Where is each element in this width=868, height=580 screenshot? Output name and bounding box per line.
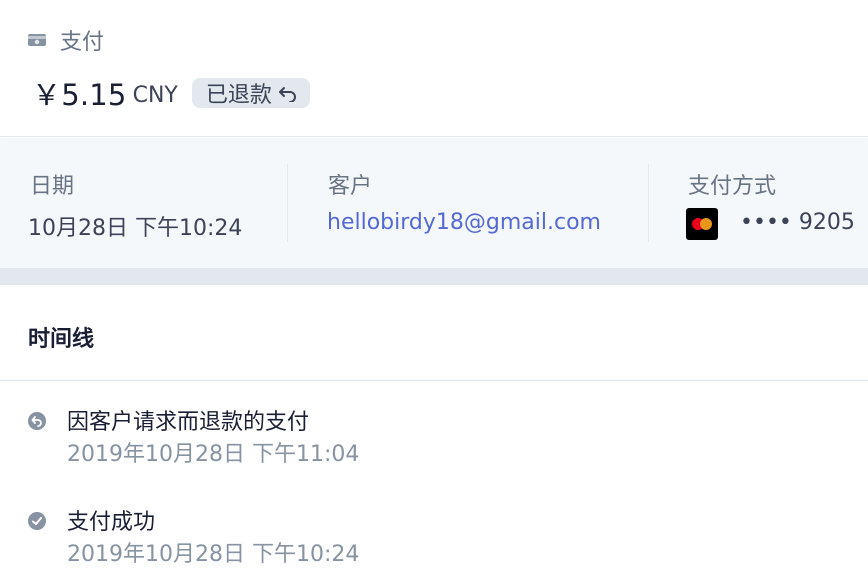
timeline-event: 支付成功 2019年10月28日 下午10:24 (0, 504, 868, 574)
payment-details-bar: 日期 10月28日 下午10:24 客户 hellobirdy18@gmail.… (0, 138, 868, 268)
timeline-title: 时间线 (28, 327, 95, 352)
refund-icon (28, 412, 46, 430)
date-value: 10月28日 下午10:24 (28, 216, 243, 241)
date-column: 日期 10月28日 下午10:24 (0, 138, 288, 268)
event-time: 2019年10月28日 下午11:04 (67, 442, 360, 467)
section-gap (0, 268, 868, 285)
event-title: 因客户请求而退款的支付 (67, 410, 310, 435)
payment-method-label: 支付方式 (688, 174, 777, 199)
event-time: 2019年10月28日 下午10:24 (67, 542, 360, 567)
customer-label: 客户 (328, 174, 373, 199)
mastercard-icon (686, 208, 718, 240)
payment-currency: CNY (132, 82, 178, 108)
customer-email-link[interactable]: hellobirdy18@gmail.com (327, 210, 601, 235)
refunded-status-badge: 已退款 (191, 78, 310, 108)
card-number: •••• 9205 (740, 210, 855, 235)
timeline-event: 因客户请求而退款的支付 2019年10月28日 下午11:04 (0, 404, 868, 474)
timeline-divider (0, 380, 868, 381)
payment-label-row: 支付 (28, 24, 104, 56)
payment-icon (28, 33, 46, 47)
timeline-section: 时间线 因客户请求而退款的支付 2019年10月28日 下午11:04 支付成功… (0, 285, 868, 580)
amount-row: ￥5.15 CNY 已退款 (32, 72, 310, 114)
customer-column: 客户 hellobirdy18@gmail.com (288, 138, 648, 268)
payment-method-column: 支付方式 •••• 9205 (648, 138, 868, 268)
payment-amount: ￥5.15 (32, 78, 127, 112)
status-badge-label: 已退款 (205, 83, 272, 108)
payment-header: 支付 ￥5.15 CNY 已退款 (0, 0, 868, 137)
payment-label: 支付 (60, 30, 105, 55)
undo-arrow-icon (278, 84, 298, 102)
date-label: 日期 (30, 174, 75, 199)
check-circle-icon (28, 512, 46, 530)
event-title: 支付成功 (67, 510, 156, 535)
